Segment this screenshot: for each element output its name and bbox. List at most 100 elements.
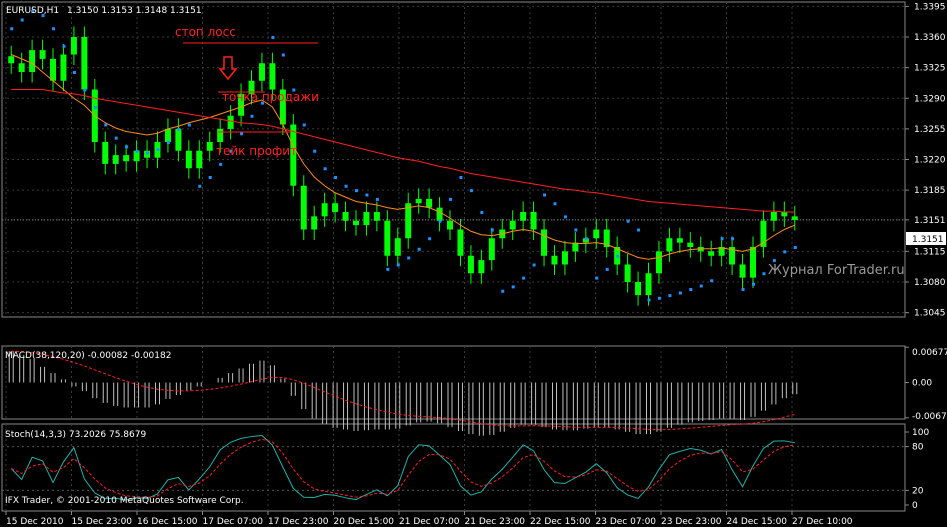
symbol-label: EURUSD,H1: [6, 6, 59, 16]
price-bar-body: [269, 63, 276, 90]
price-bar-body: [123, 155, 130, 162]
price-bar-body: [60, 54, 67, 81]
sar-dot: [522, 276, 526, 280]
price-bar-body: [415, 198, 422, 204]
macd-header: MACD(38,120,20) -0.00082 -0.00182: [5, 351, 171, 361]
sar-dot: [793, 246, 797, 249]
sar-dot: [678, 291, 682, 295]
sar-dot: [751, 282, 755, 286]
sar-dot: [323, 167, 327, 171]
price-bar-body: [373, 212, 380, 221]
sar-dot: [156, 148, 160, 151]
stoch-signal-line: [11, 438, 795, 498]
chart-svg[interactable]: стоп лосс точка продажи тейк профит Журн…: [0, 0, 947, 527]
price-bar-body: [300, 185, 307, 230]
time-tick-label: 17 Dec 23:00: [268, 517, 329, 527]
sar-dot: [52, 27, 56, 31]
stoch-tick-label: 0: [912, 501, 918, 511]
sell-point-label: точка продажи: [222, 90, 319, 104]
price-bar-body: [488, 238, 495, 261]
price-bar-body: [175, 128, 182, 151]
price-bar-body: [70, 37, 77, 55]
sar-dot: [135, 149, 139, 153]
price-bar-body: [81, 37, 88, 90]
sar-dot: [365, 193, 369, 197]
price-bar-body: [185, 150, 192, 169]
sar-dot: [313, 149, 317, 153]
price-bar-body: [436, 207, 443, 221]
price-bar-body: [311, 216, 318, 230]
sar-dot: [344, 184, 348, 188]
sar-dot: [720, 237, 724, 241]
sar-dot: [480, 211, 484, 214]
x-axis: 15 Dec 2010 15 Dec 23:00 16 Dec 15:00 17 De…: [5, 511, 853, 527]
price-bar-body: [352, 220, 359, 226]
sar-dot: [605, 267, 609, 271]
sar-dot: [574, 228, 578, 232]
time-tick-label: 23 Dec 07:00: [596, 517, 657, 527]
price-bar-body: [457, 229, 464, 256]
macd-tick-label: -0.00677: [912, 412, 947, 422]
price-tick-label: 1.3220: [914, 156, 946, 166]
price-bar-body: [394, 238, 401, 256]
sar-dot: [543, 193, 547, 197]
price-tick-label: 1.3045: [914, 309, 946, 319]
price-bar-body: [363, 212, 370, 226]
price-tick-label: 1.3290: [914, 94, 946, 104]
stoch-tick-label: 80: [912, 443, 924, 453]
stoch-tick-label: 20: [912, 486, 924, 496]
price-tick-label: 1.3395: [914, 2, 946, 12]
price-bar-body: [593, 229, 600, 239]
sar-dot: [762, 272, 766, 276]
copyright-label: IFX Trader, © 2001-2010 MetaQuotes Softw…: [5, 496, 244, 506]
price-bar-body: [624, 264, 631, 282]
price-bar-body: [447, 220, 454, 230]
sar-dot: [354, 189, 358, 193]
sar-dot: [783, 250, 787, 254]
price-bar-body: [478, 260, 485, 274]
sar-dot: [177, 127, 181, 131]
sar-dot: [626, 219, 630, 223]
sar-dot: [657, 296, 661, 300]
sar-dot: [469, 189, 473, 193]
ma-slow-line: [11, 89, 795, 213]
sar-dot: [553, 202, 557, 206]
sar-dot: [584, 237, 588, 241]
price-bar-body: [217, 128, 224, 142]
price-bar-body: [196, 150, 203, 169]
price-bar-body: [29, 50, 36, 72]
price-bar-body: [258, 63, 265, 81]
macd-tick-label: 0.00677: [912, 348, 947, 358]
chart-window[interactable]: стоп лосс точка продажи тейк профит Журн…: [0, 0, 947, 527]
sar-dot: [772, 259, 776, 263]
macd-histogram: [8, 350, 798, 436]
price-bar-body: [8, 56, 15, 64]
price-bar-body: [781, 212, 788, 217]
price-tick-label: 1.3115: [914, 247, 946, 257]
take-profit-label: тейк профит: [216, 144, 297, 158]
price-tick-label: 1.3255: [914, 125, 946, 135]
sar-dot: [93, 106, 97, 109]
price-bar-body: [561, 251, 568, 265]
stoch-tick-label: 100: [912, 428, 929, 438]
price-bar-body: [739, 264, 746, 278]
price-bar-body: [227, 115, 234, 129]
sar-dot: [595, 276, 599, 280]
macd-signal-line: [11, 350, 795, 431]
time-tick-label: 22 Dec 15:00: [530, 517, 591, 527]
price-bar-body: [102, 142, 109, 164]
time-tick-label: 27 Dec 10:00: [792, 517, 853, 527]
sar-dot: [271, 36, 275, 39]
sar-dot: [302, 123, 306, 127]
price-bar-body: [770, 212, 777, 221]
sar-dot: [187, 123, 191, 127]
price-bar-body: [530, 212, 537, 230]
sar-dot: [20, 18, 24, 22]
price-bar-body: [164, 128, 171, 142]
price-tick-label: 1.3080: [914, 278, 946, 288]
time-tick-label: 15 Dec 23:00: [72, 517, 133, 527]
sar-dot: [647, 298, 651, 302]
sar-dot: [146, 151, 150, 155]
sar-dot: [62, 44, 66, 48]
price-bar-body: [509, 220, 516, 230]
